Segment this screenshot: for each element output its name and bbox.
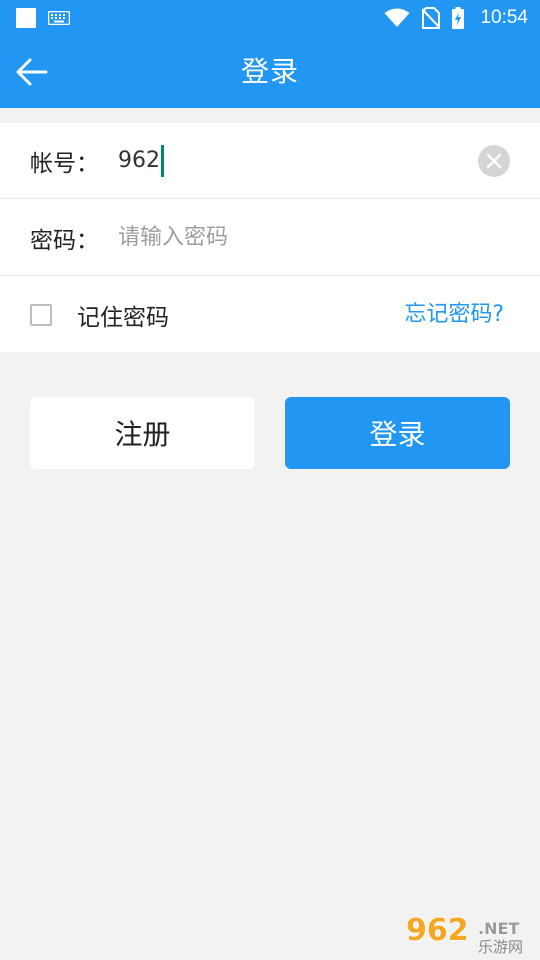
remember-label[interactable]: 记住密码	[77, 298, 169, 332]
password-label: 密码：	[30, 227, 99, 254]
watermark-logo: 962 .NET 乐游网	[405, 912, 523, 954]
forgot-password-link[interactable]: 忘记密码?	[404, 277, 504, 352]
login-screen: 10:54 登录 帐号： 962 密码： 记住密码 忘记密码? 注册 登录 96…	[0, 0, 540, 960]
text-caret	[161, 144, 164, 177]
account-label: 帐号：	[30, 150, 99, 177]
account-value: 962	[118, 148, 160, 173]
clear-circle-icon	[486, 153, 502, 169]
back-button[interactable]	[10, 50, 54, 94]
account-row: 帐号： 962	[0, 123, 540, 199]
arrow-left-icon	[16, 58, 48, 86]
register-button[interactable]: 注册	[30, 397, 255, 469]
watermark-suffix: .NET	[478, 919, 519, 938]
status-time: 10:54	[480, 7, 528, 28]
remember-row: 记住密码 忘记密码?	[0, 277, 540, 352]
page-title: 登录	[240, 55, 299, 88]
login-form: 帐号： 962 密码： 记住密码 忘记密码?	[0, 123, 540, 352]
no-sim-icon	[422, 7, 441, 29]
status-right: 10:54	[384, 7, 528, 29]
status-bar: 10:54	[0, 0, 540, 36]
wifi-icon	[384, 8, 410, 27]
watermark-brand: 962	[406, 913, 469, 948]
watermark-tagline: 乐游网	[478, 938, 523, 954]
password-input[interactable]	[118, 217, 458, 258]
login-button[interactable]: 登录	[285, 397, 510, 469]
password-row: 密码：	[0, 200, 540, 276]
app-bar: 登录	[0, 36, 540, 108]
status-left	[16, 8, 70, 28]
remember-checkbox[interactable]	[30, 303, 52, 326]
clear-account-button[interactable]	[478, 145, 510, 177]
square-icon	[16, 8, 36, 28]
battery-charging-icon	[452, 7, 465, 29]
keyboard-icon	[48, 11, 70, 25]
account-input[interactable]: 962	[118, 141, 164, 181]
